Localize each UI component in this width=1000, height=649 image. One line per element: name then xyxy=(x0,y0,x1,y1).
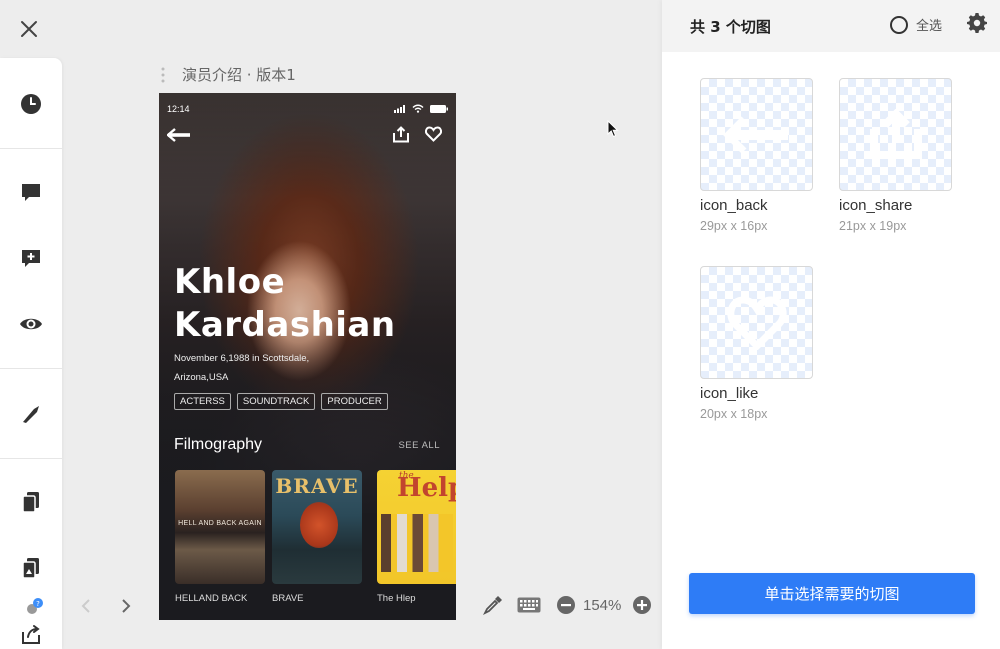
film-poster[interactable]: BRAVE xyxy=(272,470,362,584)
role-tag[interactable]: ACTERSS xyxy=(174,393,231,410)
status-icons xyxy=(394,104,448,113)
slice-name: icon_like xyxy=(700,385,759,402)
help-badge-icon[interactable]: ? xyxy=(25,598,43,614)
copy-icon[interactable] xyxy=(0,482,62,522)
select-slices-button[interactable]: 单击选择需要的切图 xyxy=(689,573,975,614)
close-icon[interactable] xyxy=(18,18,40,40)
like-heart-icon xyxy=(726,295,787,350)
poster-title: HELL AND BACK AGAIN xyxy=(178,520,262,527)
poster-title: Help xyxy=(397,473,456,503)
role-tag[interactable]: SOUNDTRACK xyxy=(236,393,316,410)
zoom-out-icon[interactable] xyxy=(555,594,577,616)
gear-icon[interactable] xyxy=(967,13,987,33)
poster-title: BRAVE xyxy=(275,474,359,498)
radio-circle-icon[interactable] xyxy=(890,15,908,34)
slice-size: 21px x 19px xyxy=(839,219,907,233)
toolbar-divider xyxy=(0,458,62,459)
slice-thumbnail[interactable] xyxy=(700,78,813,191)
slice-thumbnail[interactable] xyxy=(700,266,813,379)
prev-arrow-icon[interactable] xyxy=(76,596,96,616)
panel-header: 共 3 个切图 全选 xyxy=(662,0,1000,52)
slice-item[interactable]: icon_share 21px x 19px xyxy=(839,78,953,233)
poster-art xyxy=(300,502,338,548)
left-toolbar: ? xyxy=(0,58,62,649)
poster-art xyxy=(381,514,453,572)
toolbar-divider xyxy=(0,368,62,369)
eye-icon[interactable] xyxy=(0,304,62,344)
back-arrow-icon[interactable] xyxy=(166,128,191,147)
film-poster[interactable]: the Help xyxy=(377,470,456,584)
slice-item[interactable]: icon_back 29px x 16px xyxy=(700,78,814,233)
zoom-level: 154% xyxy=(583,597,622,614)
next-arrow-icon[interactable] xyxy=(116,596,136,616)
zoom-in-icon[interactable] xyxy=(631,594,653,616)
filmography-header: Filmography SEE ALL xyxy=(174,436,440,454)
select-all-label: 全选 xyxy=(916,19,943,34)
birth-line: November 6,1988 in Scottsdale, xyxy=(174,353,310,364)
film-poster[interactable]: HELL AND BACK AGAIN xyxy=(175,470,265,584)
section-title: Filmography xyxy=(174,436,263,453)
artboard-title[interactable]: 演员介绍 · 版本1 xyxy=(182,64,296,85)
film-title: The Hlep xyxy=(377,593,416,604)
birth-info: November 6,1988 in Scottsdale, Arizona,U… xyxy=(174,349,354,387)
slice-size: 29px x 16px xyxy=(700,219,768,233)
back-arrow-icon xyxy=(722,116,788,153)
slice-item[interactable]: icon_like 20px x 18px xyxy=(700,266,814,421)
film-title: BRAVE xyxy=(272,593,304,604)
share-icon xyxy=(869,108,922,159)
slice-knife-icon[interactable] xyxy=(0,394,62,434)
wifi-icon xyxy=(412,104,424,113)
svg-text:?: ? xyxy=(36,600,40,608)
artboard-preview[interactable]: 12:14 Khloe Kardashian November 6,1988 i… xyxy=(159,93,456,620)
actor-name: Khloe Kardashian xyxy=(174,261,444,347)
slices-panel: 共 3 个切图 全选 icon_back 29px x 16px icon_sh… xyxy=(662,0,1000,649)
mouse-cursor-icon xyxy=(607,119,619,143)
battery-icon xyxy=(430,104,448,113)
share-icon[interactable] xyxy=(392,126,410,148)
toolbar-divider xyxy=(0,148,62,149)
eyedropper-icon[interactable] xyxy=(482,594,504,616)
add-comment-icon[interactable] xyxy=(0,238,62,278)
slice-count: 共 3 个切图 xyxy=(690,18,771,36)
see-all-link[interactable]: SEE ALL xyxy=(398,440,440,451)
slice-name: icon_back xyxy=(700,197,768,214)
like-heart-icon[interactable] xyxy=(424,126,443,147)
clock-icon[interactable] xyxy=(0,84,62,124)
share-export-icon[interactable] xyxy=(0,614,62,649)
role-tag[interactable]: PRODUCER xyxy=(321,393,388,410)
drag-handle-icon[interactable] xyxy=(160,66,166,84)
select-all-toggle[interactable]: 全选 xyxy=(890,15,942,34)
role-tags: ACTERSS SOUNDTRACK PRODUCER xyxy=(174,393,388,410)
film-title: HELLAND BACK xyxy=(175,593,248,604)
actor-first-name: Khloe xyxy=(174,262,286,302)
signal-icon xyxy=(394,104,405,113)
keyboard-icon[interactable] xyxy=(517,594,541,616)
comment-icon[interactable] xyxy=(0,172,62,212)
slice-name: icon_share xyxy=(839,197,913,214)
slice-size: 20px x 18px xyxy=(700,407,768,421)
actor-last-name: Kardashian xyxy=(174,305,396,345)
status-time: 12:14 xyxy=(167,104,190,114)
birth-line: Arizona,USA xyxy=(174,372,229,383)
assets-icon[interactable] xyxy=(0,548,62,588)
slice-thumbnail[interactable] xyxy=(839,78,952,191)
